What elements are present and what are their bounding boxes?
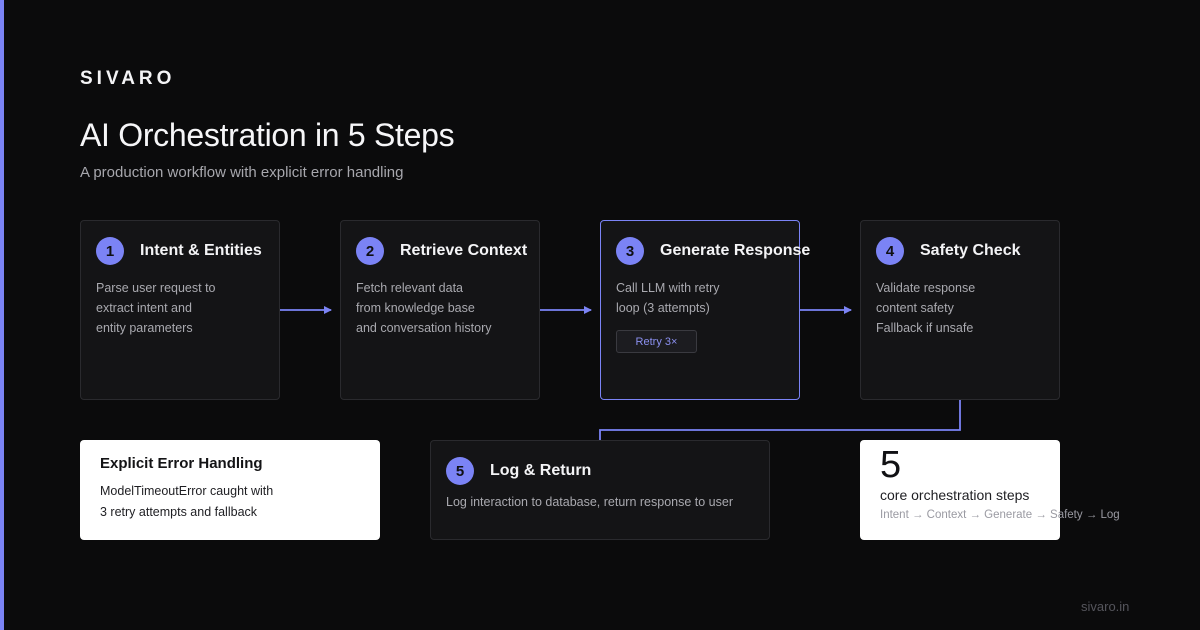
step-description-line: loop (3 attempts)	[616, 301, 710, 315]
step-title: Safety Check	[920, 242, 1021, 259]
step-title: Generate Response	[660, 242, 811, 259]
step-number-badge: 2	[356, 237, 384, 265]
step-card-retrieve: 2 Retrieve Context Fetch relevant data f…	[340, 220, 540, 400]
step-description: Validate response content safety Fallbac…	[876, 278, 975, 338]
step-description-line: Call LLM with retry	[616, 281, 720, 295]
step-description: Log interaction to database, return resp…	[446, 495, 733, 509]
step-number-badge: 4	[876, 237, 904, 265]
brand-logo: SIVARO	[80, 68, 176, 89]
error-handling-title: Explicit Error Handling	[100, 455, 263, 472]
error-handling-description: ModelTimeoutError caught with 3 retry at…	[100, 481, 273, 523]
error-handling-line: 3 retry attempts and fallback	[100, 505, 258, 519]
step-number-badge: 3	[616, 237, 644, 265]
step-card-intent: 1 Intent & Entities Parse user request t…	[80, 220, 280, 400]
step-title: Retrieve Context	[400, 242, 528, 259]
step-description-line: and conversation history	[356, 321, 492, 335]
step-description: Parse user request to extract intent and…	[96, 278, 216, 338]
error-handling-line: ModelTimeoutError caught with	[100, 484, 274, 498]
step-number-badge: 1	[96, 237, 124, 265]
step-description-line: Fetch relevant data	[356, 281, 464, 295]
step-description-line: content safety	[876, 301, 954, 315]
error-handling-card: Explicit Error Handling ModelTimeoutErro…	[80, 440, 380, 540]
stat-label: core orchestration steps	[880, 487, 1030, 503]
footer-domain-link[interactable]: sivaro.in	[1081, 599, 1129, 614]
page-title: AI Orchestration in 5 Steps	[80, 117, 455, 153]
stat-card: 5 core orchestration steps Intent → Cont…	[860, 440, 1120, 540]
step-card-log: 5 Log & Return Log interaction to databa…	[430, 440, 770, 540]
step-description-line: Validate response	[876, 281, 976, 295]
step-card-safety: 4 Safety Check Validate response content…	[860, 220, 1060, 400]
step-description-line: Parse user request to	[96, 281, 216, 295]
step-description: Fetch relevant data from knowledge base …	[356, 278, 492, 338]
step-title: Intent & Entities	[140, 242, 262, 259]
step-card-generate: 3 Generate Response Call LLM with retry …	[600, 220, 810, 400]
step-description-line: extract intent and	[96, 301, 192, 315]
step-description: Call LLM with retry loop (3 attempts)	[616, 278, 720, 318]
stat-flow-summary: Intent → Context → Generate → Safety → L…	[880, 509, 1120, 521]
stat-value: 5	[880, 444, 902, 486]
step-description-line: from knowledge base	[356, 301, 475, 315]
page-subtitle: A production workflow with explicit erro…	[80, 164, 404, 181]
retry-badge: Retry 3×	[616, 330, 697, 353]
step-title: Log & Return	[490, 462, 592, 479]
step-description-line: Fallback if unsafe	[876, 321, 974, 335]
step-number-badge: 5	[446, 457, 474, 485]
accent-bar	[0, 0, 4, 630]
step-description-line: entity parameters	[96, 321, 193, 335]
